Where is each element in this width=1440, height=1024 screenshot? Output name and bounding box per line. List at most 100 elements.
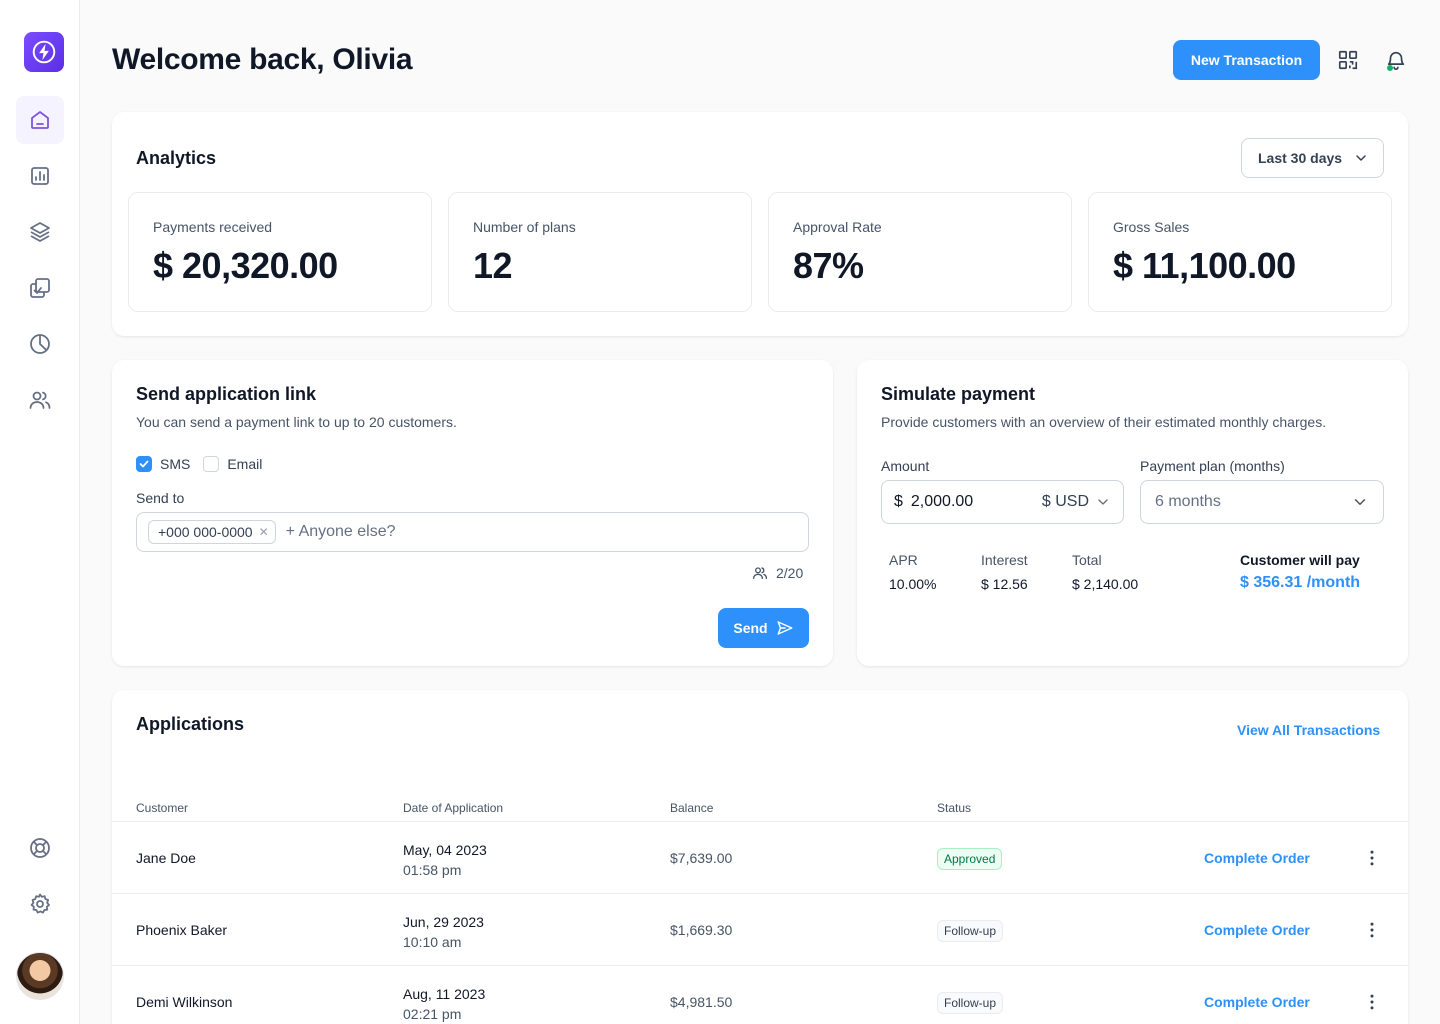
metric-value: 10.00% [889, 576, 937, 592]
metric-interest: Interest $ 12.56 [981, 552, 1028, 592]
currency-symbol: $ [894, 493, 903, 510]
recipient-field[interactable]: +000 000-0000 ✕ [136, 512, 809, 552]
application-date: May, 04 2023 01:58 pm [403, 840, 487, 880]
date-range-select[interactable]: Last 30 days [1241, 138, 1384, 178]
stat-label: Number of plans [473, 219, 576, 235]
email-checkbox[interactable] [203, 456, 220, 472]
row-menu-button[interactable] [1360, 990, 1384, 1014]
customer-will-pay-label: Customer will pay [1240, 552, 1360, 568]
customer-name: Phoenix Baker [136, 922, 228, 938]
channel-options: SMS Email [136, 456, 262, 472]
complete-order-button[interactable]: Complete Order [1204, 850, 1310, 866]
analytics-title: Analytics [136, 148, 217, 168]
sidebar-item-tasks[interactable] [16, 264, 64, 312]
metric-value: $ 2,140.00 [1072, 576, 1139, 592]
metric-label: Interest [981, 552, 1028, 568]
balance-value: $1,669.30 [670, 922, 733, 938]
stat-label: Gross Sales [1113, 219, 1190, 235]
table-row: Demi Wilkinson Aug, 11 2023 02:21 pm $4,… [112, 965, 1408, 1024]
simulate-title: Simulate payment [881, 384, 1036, 404]
more-vertical-icon [1370, 994, 1374, 1010]
metric-value: $ 12.56 [981, 576, 1028, 592]
new-transaction-button[interactable]: New Transaction [1173, 40, 1320, 80]
status-badge: Approved [937, 848, 1003, 870]
currency-value: $ USD [1041, 493, 1089, 510]
pie-chart-icon [30, 334, 50, 354]
bolt-icon [32, 40, 56, 64]
balance-value: $7,639.00 [670, 850, 733, 866]
plan-label: Payment plan (months) [1140, 458, 1285, 474]
time-value: 02:21 pm [403, 1006, 462, 1022]
metric-label: Total [1072, 552, 1102, 568]
payment-plan-select[interactable]: 6 months [1140, 480, 1384, 524]
sidebar-item-settings[interactable] [16, 880, 64, 928]
more-vertical-icon [1370, 850, 1374, 866]
date-value: May, 04 2023 [403, 842, 487, 858]
application-date: Jun, 29 2023 10:10 am [403, 912, 484, 952]
status-badge: Follow-up [937, 992, 1004, 1014]
stat-value: $ 11,100.00 [1113, 245, 1296, 286]
time-value: 01:58 pm [403, 862, 462, 878]
metric-total: Total $ 2,140.00 [1072, 552, 1138, 592]
bar-chart-icon [31, 167, 49, 185]
complete-order-button[interactable]: Complete Order [1204, 922, 1310, 938]
amount-label: Amount [881, 458, 930, 474]
more-vertical-icon [1370, 922, 1374, 938]
notifications-button[interactable] [1384, 48, 1408, 72]
recipient-count: 2/20 [776, 565, 804, 581]
users-icon [29, 391, 51, 409]
status-badge: Follow-up [937, 920, 1004, 942]
notification-dot-icon [1387, 65, 1393, 71]
chevron-down-icon [1356, 155, 1366, 161]
row-menu-button[interactable] [1360, 918, 1384, 942]
date-value: Jun, 29 2023 [403, 914, 484, 930]
row-menu-button[interactable] [1360, 846, 1384, 870]
applications-title: Applications [136, 714, 245, 734]
avatar[interactable] [16, 952, 64, 1000]
customer-name: Demi Wilkinson [136, 994, 233, 1010]
applications-card: Applications View All Transactions Custo… [112, 690, 1408, 1024]
sidebar-item-support[interactable] [16, 824, 64, 872]
life-buoy-icon [30, 838, 50, 858]
column-header-date: Date of Application [403, 801, 504, 815]
sidebar-item-analytics[interactable] [16, 320, 64, 368]
qr-code-button[interactable] [1336, 48, 1360, 72]
sidebar-item-users[interactable] [16, 376, 64, 424]
sidebar-item-home[interactable] [16, 96, 64, 144]
date-value: Aug, 11 2023 [403, 986, 486, 1002]
balance-value: $4,981.50 [670, 994, 733, 1010]
table-row: Jane Doe May, 04 2023 01:58 pm $7,639.00… [112, 821, 1408, 893]
recipient-input[interactable] [285, 523, 686, 541]
complete-order-button[interactable]: Complete Order [1204, 994, 1310, 1010]
amount-field[interactable]: $ $ USD [881, 480, 1124, 524]
qr-code-icon [1338, 50, 1358, 70]
send-icon [777, 621, 793, 635]
metric-label: APR [889, 552, 918, 568]
sidebar-item-layers[interactable] [16, 208, 64, 256]
stat-number-of-plans: Number of plans 12 [448, 192, 752, 312]
send-to-label: Send to [136, 490, 185, 506]
payment-plan-value: 6 months [1155, 493, 1221, 510]
recipient-counter: 2/20 [752, 565, 803, 581]
home-icon [31, 111, 49, 129]
logo[interactable] [24, 32, 64, 72]
sms-label: SMS [160, 456, 191, 472]
users-icon [753, 567, 767, 579]
currency-select[interactable]: $ USD [1042, 493, 1111, 511]
sms-checkbox[interactable] [136, 456, 152, 472]
chevron-down-icon [1354, 499, 1366, 505]
column-header-balance: Balance [670, 801, 714, 815]
recipient-chip-label: +000 000-0000 [158, 524, 253, 540]
remove-recipient-icon[interactable]: ✕ [259, 525, 269, 539]
column-header-customer: Customer [136, 801, 189, 815]
analytics-card: Analytics Last 30 days Payments received… [112, 112, 1408, 336]
gear-icon [30, 893, 50, 914]
stat-payments-received: Payments received $ 20,320.00 [128, 192, 432, 312]
monthly-payment-value: $ 356.31 /month [1240, 574, 1361, 591]
send-button[interactable]: Send [718, 608, 809, 648]
amount-input[interactable] [910, 493, 1021, 511]
stat-label: Payments received [153, 219, 273, 235]
sidebar-item-reports[interactable] [16, 152, 64, 200]
view-all-transactions-link[interactable]: View All Transactions [1237, 722, 1380, 738]
check-icon [139, 460, 149, 468]
